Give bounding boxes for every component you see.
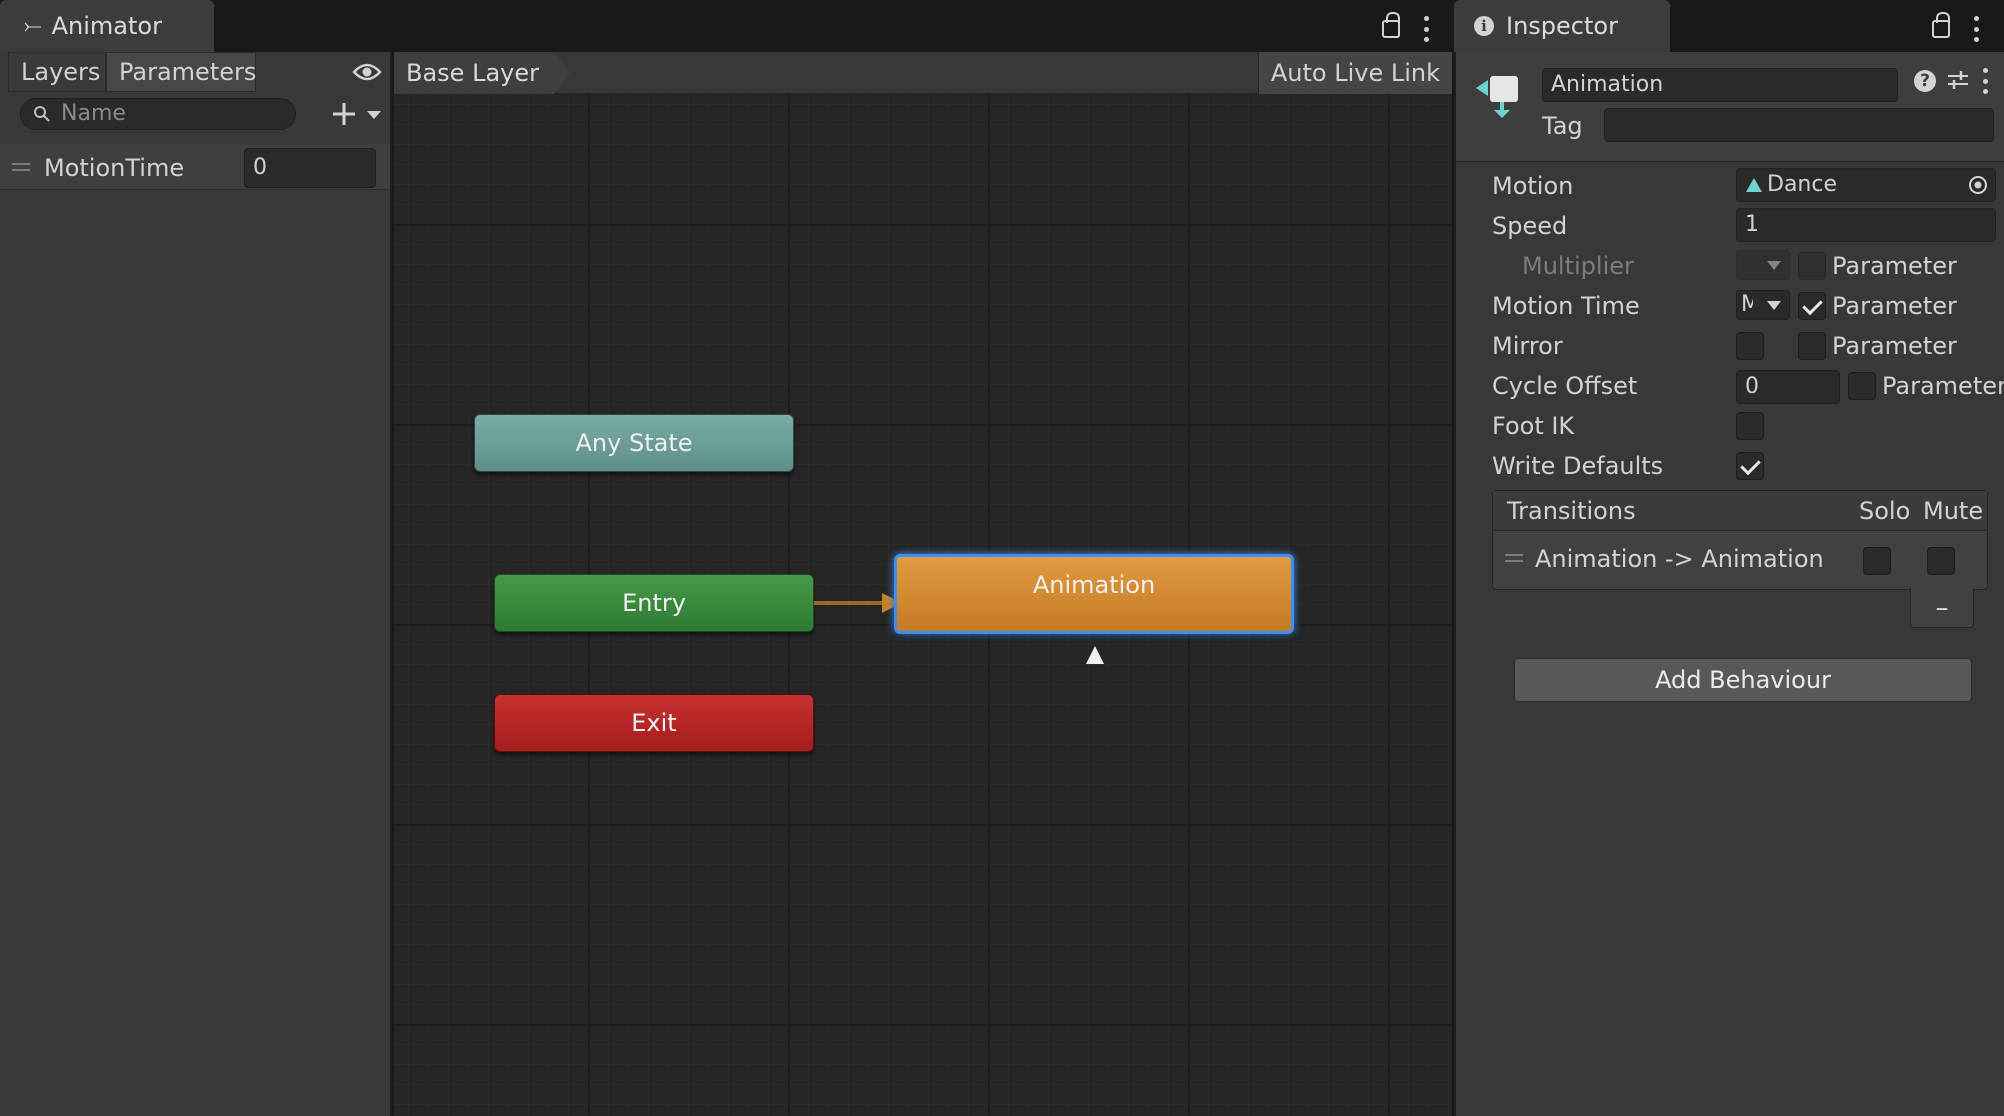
info-icon: i — [1474, 16, 1494, 36]
add-parameter-button[interactable] — [330, 100, 386, 130]
tag-field[interactable] — [1604, 108, 1994, 142]
search-icon — [34, 106, 50, 122]
tag-label: Tag — [1542, 112, 1583, 140]
animation-clip-icon — [1746, 178, 1762, 192]
parameter-value-field[interactable]: 0 — [244, 148, 376, 188]
motion-time-label: Motion Time — [1492, 292, 1640, 320]
parameter-search-input[interactable]: Name — [20, 98, 296, 130]
motion-time-dropdown-value: M — [1741, 294, 1753, 316]
animator-state-icon — [1476, 76, 1518, 118]
cycle-offset-parameter-checkbox[interactable] — [1848, 372, 1876, 400]
motion-label: Motion — [1492, 172, 1574, 200]
help-icon[interactable]: ? — [1914, 70, 1936, 92]
lock-icon[interactable] — [1382, 12, 1400, 38]
speed-value: 1 — [1745, 212, 1759, 237]
inspector-lock-icon[interactable] — [1932, 12, 1950, 38]
transitions-list: Transitions Solo Mute Animation -> Anima… — [1492, 490, 1988, 590]
mirror-label: Mirror — [1492, 332, 1563, 360]
inspector-tab-label: Inspector — [1506, 12, 1618, 40]
cycle-offset-value: 0 — [1745, 374, 1759, 399]
motion-time-parameter-checkbox[interactable] — [1798, 292, 1826, 320]
any-state-label: Any State — [575, 429, 693, 457]
mirror-checkbox[interactable] — [1736, 332, 1764, 360]
unity-editor: ⤚ Animator Layers Parameters Name Motion… — [0, 0, 2004, 1116]
write-defaults-checkbox[interactable] — [1736, 452, 1764, 480]
inspector-header: Animation ? Tag — [1454, 52, 2004, 162]
multiplier-parameter-label: Parameter — [1832, 252, 1957, 280]
solo-header-label: Solo — [1859, 497, 1911, 525]
animation-state-label: Animation — [1032, 571, 1156, 599]
any-state-node[interactable]: Any State — [474, 414, 794, 472]
animator-icon: ⤚ — [24, 13, 42, 39]
state-name-field[interactable]: Animation — [1542, 68, 1898, 102]
transition-mute-checkbox[interactable] — [1927, 547, 1955, 575]
animator-tabbar: ⤚ Animator — [0, 0, 1452, 52]
motion-value: Dance — [1767, 172, 1837, 197]
self-transition-arrow-icon[interactable] — [1084, 644, 1106, 666]
animator-tab-label: Animator — [51, 12, 162, 40]
parameters-panel: Layers Parameters Name MotionTime 0 — [0, 52, 392, 1116]
multiplier-label: Multiplier — [1522, 252, 1634, 280]
motion-object-field[interactable]: Dance — [1736, 168, 1996, 202]
inspector-tabbar: i Inspector — [1454, 0, 2004, 52]
transition-row[interactable]: Animation -> Animation — [1493, 533, 1987, 585]
parameter-name[interactable]: MotionTime — [44, 154, 184, 182]
foot-ik-label: Foot IK — [1492, 412, 1575, 440]
multiplier-dropdown — [1736, 250, 1790, 280]
transitions-header: Transitions Solo Mute — [1493, 491, 1987, 531]
mirror-parameter-label: Parameter — [1832, 332, 1957, 360]
dropdown-arrow-icon — [1767, 301, 1781, 310]
transition-label: Animation -> Animation — [1535, 545, 1824, 573]
multiplier-parameter-checkbox[interactable] — [1798, 252, 1826, 280]
motion-time-dropdown[interactable]: M — [1736, 290, 1790, 320]
inspector-more-menu-icon[interactable] — [1973, 16, 1979, 42]
graph-toolbar: Base Layer Auto Live Link — [394, 52, 1452, 94]
component-more-icon[interactable] — [1982, 68, 1988, 94]
inspector-divider — [1454, 52, 1456, 1116]
breadcrumb-base-layer[interactable]: Base Layer — [394, 52, 570, 94]
motion-time-parameter-label: Parameter — [1832, 292, 1957, 320]
tab-parameters[interactable]: Parameters — [106, 52, 256, 92]
tab-layers[interactable]: Layers — [8, 52, 106, 92]
entry-label: Entry — [622, 589, 686, 617]
state-machine-graph[interactable]: Any State Entry Exit Animation — [394, 52, 1452, 1116]
parameter-row[interactable]: MotionTime 0 — [0, 144, 390, 190]
mirror-parameter-checkbox[interactable] — [1798, 332, 1826, 360]
drag-handle-icon[interactable] — [12, 162, 30, 172]
mute-header-label: Mute — [1923, 497, 1984, 525]
inspector-tab[interactable]: i Inspector — [1454, 0, 1670, 52]
entry-node[interactable]: Entry — [494, 574, 814, 632]
layers-parameters-tabs: Layers Parameters — [8, 52, 256, 92]
auto-live-link-button[interactable]: Auto Live Link — [1257, 52, 1452, 94]
search-placeholder: Name — [61, 101, 126, 126]
eye-icon[interactable] — [352, 62, 382, 82]
object-picker-icon[interactable] — [1967, 174, 1989, 196]
speed-field[interactable]: 1 — [1736, 208, 1996, 242]
parameter-value: 0 — [253, 155, 267, 180]
dropdown-arrow-icon — [367, 111, 381, 119]
write-defaults-label: Write Defaults — [1492, 452, 1664, 480]
speed-label: Speed — [1492, 212, 1568, 240]
drag-handle-icon[interactable] — [1505, 553, 1523, 563]
remove-transition-button[interactable]: – — [1910, 588, 1974, 628]
cycle-offset-parameter-label: Parameter — [1882, 372, 2004, 400]
transitions-header-label: Transitions — [1507, 497, 1636, 525]
state-name-value: Animation — [1551, 72, 1664, 97]
preset-settings-icon[interactable] — [1946, 68, 1970, 92]
cycle-offset-field[interactable]: 0 — [1736, 370, 1840, 404]
exit-label: Exit — [631, 709, 677, 737]
animator-tab[interactable]: ⤚ Animator — [0, 0, 214, 52]
exit-node[interactable]: Exit — [494, 694, 814, 752]
cycle-offset-label: Cycle Offset — [1492, 372, 1638, 400]
transition-solo-checkbox[interactable] — [1863, 547, 1891, 575]
minus-icon: – — [1935, 592, 1949, 623]
plus-icon — [333, 103, 355, 125]
add-behaviour-button[interactable]: Add Behaviour — [1514, 658, 1972, 702]
more-menu-icon[interactable] — [1423, 16, 1429, 42]
animation-state-node[interactable]: Animation — [894, 554, 1294, 634]
dropdown-arrow-icon — [1767, 261, 1781, 270]
inspector-window: i Inspector Animation ? Tag Motion Dance… — [1454, 0, 2004, 1116]
foot-ik-checkbox[interactable] — [1736, 412, 1764, 440]
